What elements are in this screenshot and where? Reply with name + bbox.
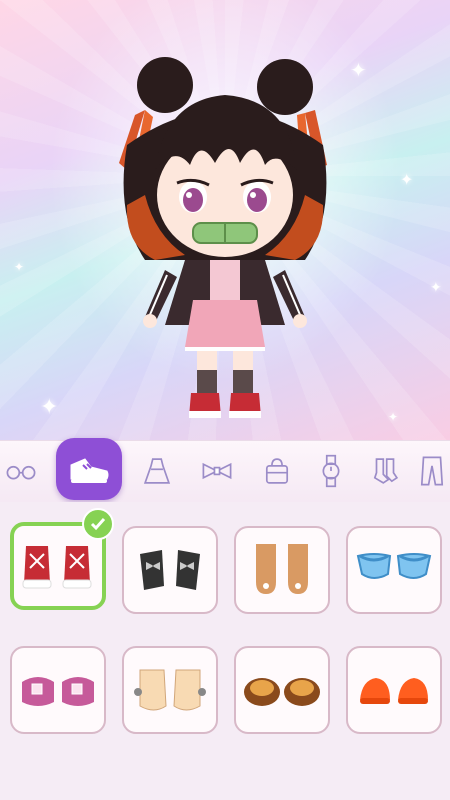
brown-boots-icon [256, 544, 308, 594]
dress-icon [143, 458, 171, 484]
tab-socks[interactable] [364, 450, 406, 492]
cream-booties-icon [134, 669, 206, 711]
tab-bag[interactable] [256, 450, 298, 492]
pink-buckle-shoes-icon [22, 677, 94, 706]
bow-icon [202, 462, 232, 480]
tab-shoes[interactable] [56, 438, 122, 500]
red-sneakers-icon [22, 546, 92, 589]
sparkle-icon: ✦ [430, 280, 442, 296]
item-brown-sandals[interactable] [234, 646, 330, 734]
blue-flats-icon [356, 553, 432, 579]
item-pink-buckle-shoes[interactable] [10, 646, 106, 734]
sparkle-icon: ✦ [40, 395, 59, 420]
item-brown-boots[interactable] [234, 526, 330, 614]
tab-dress[interactable] [136, 450, 178, 492]
item-cream-booties[interactable] [122, 646, 218, 734]
handbag-icon [265, 458, 289, 484]
socks-icon [373, 458, 399, 484]
orange-slippers-icon [360, 678, 428, 704]
brown-sandals-icon [244, 678, 320, 706]
sparkle-icon: ✦ [350, 58, 367, 82]
item-blue-flats[interactable] [346, 526, 442, 614]
selected-check-icon [82, 508, 114, 540]
avatar-character [119, 57, 327, 418]
sparkle-icon: ✦ [400, 170, 414, 189]
tab-pants[interactable] [414, 450, 450, 492]
sparkle-icon: ✦ [14, 260, 25, 274]
tab-glasses[interactable] [0, 450, 42, 492]
item-orange-slippers[interactable] [346, 646, 442, 734]
watch-icon [322, 454, 340, 488]
item-black-bow-shoes[interactable] [122, 526, 218, 614]
character-stage: ✦ ✦ ✦ ✦ ✦ ✦ [0, 0, 450, 440]
tab-bow[interactable] [196, 450, 238, 492]
pants-icon [420, 456, 444, 486]
sparkle-icon: ✦ [388, 410, 399, 424]
glasses-icon [6, 465, 36, 480]
sneaker-icon [70, 458, 109, 483]
tab-watch[interactable] [310, 450, 352, 492]
black-bow-shoes-icon [140, 550, 200, 590]
